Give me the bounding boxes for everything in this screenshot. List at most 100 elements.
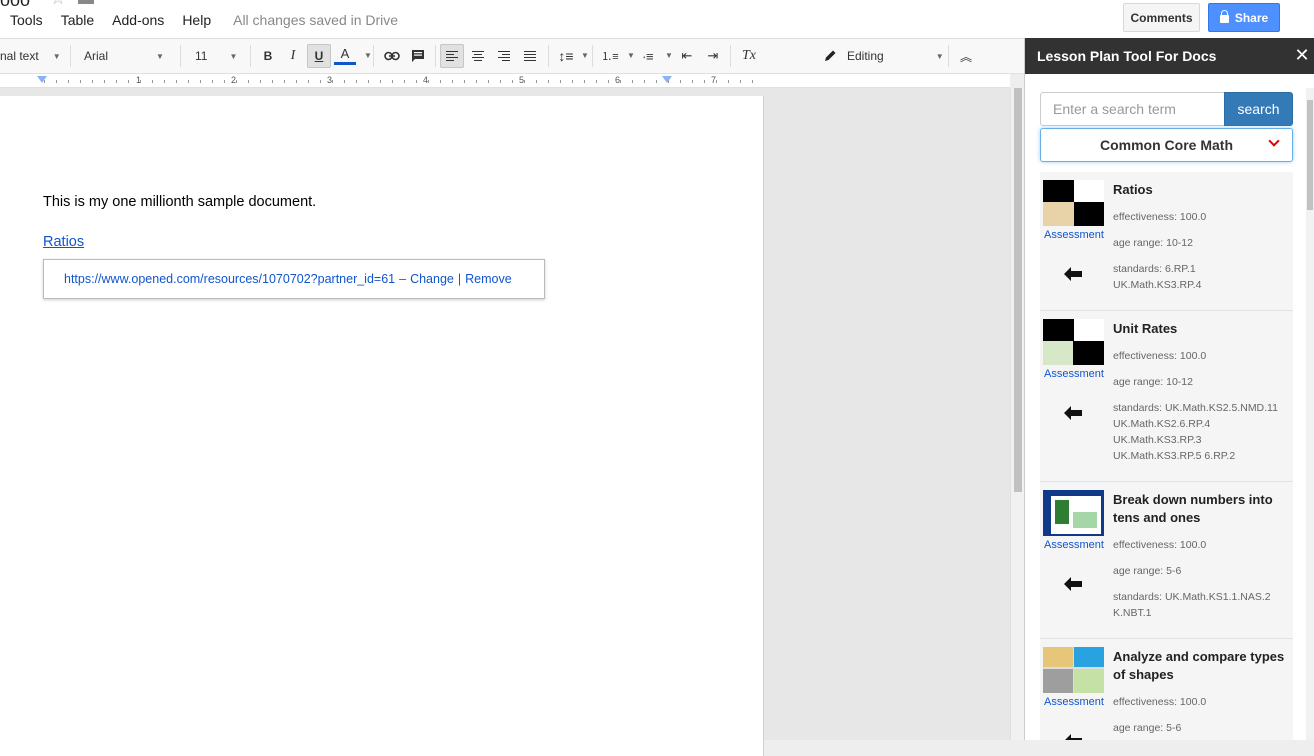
link-icon[interactable] (380, 44, 404, 68)
ruler-tick (620, 80, 621, 83)
ruler-tick (716, 80, 717, 83)
left-indent-marker[interactable] (37, 76, 47, 83)
align-left-icon[interactable] (440, 44, 464, 68)
ruler-tick (692, 80, 693, 83)
italic-button[interactable]: I (281, 44, 305, 68)
document-link[interactable]: Ratios (43, 234, 84, 250)
document-scrollbar[interactable] (1010, 88, 1024, 740)
ruler-tick (116, 80, 117, 83)
increase-indent-icon[interactable]: ⇥ (701, 44, 725, 68)
ruler-tick (356, 80, 357, 83)
document-title[interactable]: ooo (0, 0, 30, 11)
standard-line: standards: UK.Math.KS2.5.NMD.11 (1113, 402, 1278, 414)
result-card[interactable]: Assessment Unit Rates effectiveness: 100… (1040, 311, 1293, 482)
ruler-tick (104, 80, 105, 83)
style-label: nal text (0, 49, 39, 63)
line-spacing-icon[interactable]: ↕≡ (554, 44, 578, 68)
result-card[interactable]: Assessment Break down numbers into tens … (1040, 482, 1293, 639)
remove-link-button[interactable]: Remove (465, 272, 512, 286)
align-justify-icon[interactable] (518, 44, 542, 68)
menu-add-ons[interactable]: Add-ons (112, 12, 164, 28)
ruler-tick (332, 80, 333, 83)
result-thumbnail[interactable] (1043, 647, 1104, 693)
editing-mode-dropdown[interactable]: Editing ▼ (823, 39, 944, 73)
toolbar-divider (548, 45, 549, 67)
change-link-button[interactable]: Change (410, 272, 454, 286)
numbered-list-icon[interactable]: ⒈≡ (598, 44, 622, 68)
toolbar-divider (250, 45, 251, 67)
result-standards: standards: UK.Math.KS2.5.NMD.11 UK.Math.… (1113, 400, 1278, 464)
align-center-icon[interactable] (466, 44, 490, 68)
decrease-indent-icon[interactable]: ⇤ (675, 44, 699, 68)
font-dropdown[interactable]: Arial ▼ (84, 39, 164, 73)
result-thumbnail[interactable] (1043, 180, 1104, 226)
result-card[interactable]: Assessment Ratios effectiveness: 100.0 a… (1040, 172, 1293, 311)
result-category[interactable]: Assessment (1044, 229, 1104, 241)
ruler-tick (704, 80, 705, 83)
ruler-tick (296, 80, 297, 83)
ruler-tick (56, 80, 57, 83)
caret-down-icon[interactable]: ▼ (364, 51, 372, 60)
underline-button[interactable]: U (307, 44, 331, 68)
link-url[interactable]: https://www.opened.com/resources/1070702… (64, 272, 395, 286)
top-bar: ooo ☆ Tools Table Add-ons Help All chang… (0, 0, 1314, 38)
right-indent-marker[interactable] (662, 76, 672, 83)
result-title[interactable]: Unit Rates (1113, 320, 1291, 338)
save-status[interactable]: All changes saved in Drive (233, 12, 398, 28)
result-category[interactable]: Assessment (1044, 696, 1104, 708)
standard-select[interactable]: Common Core Math (1040, 128, 1293, 162)
lock-icon (1219, 10, 1229, 23)
insert-arrow-icon[interactable] (1064, 267, 1082, 281)
insert-arrow-icon[interactable] (1064, 406, 1082, 420)
font-size-dropdown[interactable]: 11 ▼ (195, 39, 237, 73)
result-thumbnail[interactable] (1043, 319, 1104, 365)
style-dropdown[interactable]: nal text ▼ (0, 39, 61, 73)
sidebar-scrollbar[interactable] (1306, 88, 1314, 740)
insert-arrow-icon[interactable] (1064, 734, 1082, 740)
align-right-icon[interactable] (492, 44, 516, 68)
bold-button[interactable]: B (256, 44, 280, 68)
text-color-swatch (334, 62, 356, 65)
result-standards: standards: 6.RP.1 UK.Math.KS3.RP.4 (1113, 261, 1202, 293)
result-category[interactable]: Assessment (1044, 539, 1104, 551)
comments-button[interactable]: Comments (1123, 3, 1200, 32)
result-title[interactable]: Analyze and compare types of shapes (1113, 648, 1291, 684)
menu-tools[interactable]: Tools (10, 12, 43, 28)
star-icon[interactable]: ☆ (50, 0, 66, 9)
menu-table[interactable]: Table (61, 12, 94, 28)
result-title[interactable]: Ratios (1113, 181, 1291, 199)
menu-help[interactable]: Help (182, 12, 211, 28)
search-input[interactable] (1040, 92, 1225, 126)
result-age-range: age range: 10-12 (1113, 376, 1193, 388)
results-list: Assessment Ratios effectiveness: 100.0 a… (1040, 172, 1293, 740)
document-scrollbar-thumb[interactable] (1014, 88, 1022, 492)
close-icon[interactable]: ✕ (1293, 46, 1311, 64)
sidebar-title: Lesson Plan Tool For Docs (1037, 48, 1217, 64)
share-button[interactable]: Share (1208, 3, 1280, 32)
text-color-button[interactable]: A (333, 44, 357, 68)
sidebar-scrollbar-thumb[interactable] (1307, 100, 1313, 210)
ruler-tick (644, 80, 645, 83)
caret-down-icon[interactable]: ▼ (581, 51, 589, 60)
comment-icon[interactable] (406, 44, 430, 68)
insert-arrow-icon[interactable] (1064, 577, 1082, 591)
bulleted-list-icon[interactable]: ∙≡ (636, 44, 660, 68)
result-category[interactable]: Assessment (1044, 368, 1104, 380)
caret-down-icon[interactable]: ▼ (627, 51, 635, 60)
clear-formatting-icon[interactable]: Tx (737, 44, 761, 68)
result-card[interactable]: Assessment Analyze and compare types of … (1040, 639, 1293, 740)
caret-down-icon[interactable]: ▼ (665, 51, 673, 60)
standard-line: UK.Math.KS3.RP.4 (1113, 279, 1202, 291)
toolbar-divider (592, 45, 593, 67)
standard-line: standards: 6.RP.1 (1113, 263, 1196, 275)
folder-icon[interactable] (78, 0, 94, 4)
ruler-tick (428, 80, 429, 83)
result-thumbnail[interactable] (1043, 490, 1104, 536)
search-button[interactable]: search (1224, 92, 1293, 126)
collapse-toolbar-icon[interactable]: ︽ (954, 44, 978, 68)
result-title[interactable]: Break down numbers into tens and ones (1113, 491, 1291, 527)
ruler-tick (260, 80, 261, 83)
ruler-tick (680, 80, 681, 83)
document-body-text[interactable]: This is my one millionth sample document… (43, 194, 316, 210)
document-page[interactable]: This is my one millionth sample document… (0, 96, 764, 756)
